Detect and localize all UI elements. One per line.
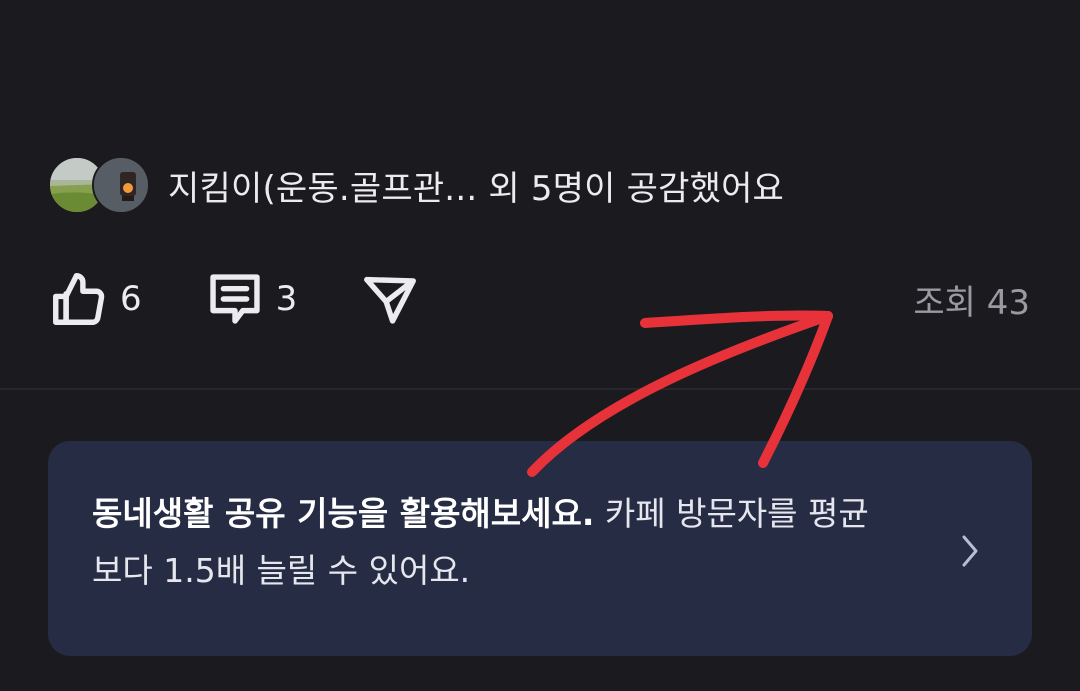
liker-avatars[interactable] [48, 154, 154, 216]
comment-count: 3 [275, 279, 298, 319]
view-count: 조회 43 [913, 282, 1030, 323]
section-divider [0, 388, 1080, 390]
likers-row[interactable]: 지킴이(운동.골프관... 외 5명이 공감했어요 [48, 154, 784, 216]
share-button[interactable] [359, 268, 421, 330]
avatar [92, 156, 150, 214]
lantern-photo-icon [94, 158, 148, 212]
promo-text: 동네생활 공유 기능을 활용해보세요. 카페 방문자를 평균보다 1.5배 늘릴… [92, 485, 882, 599]
comment-button[interactable]: 3 [204, 268, 298, 330]
promo-headline: 동네생활 공유 기능을 활용해보세요. [92, 494, 595, 533]
likers-summary[interactable]: 지킴이(운동.골프관... 외 5명이 공감했어요 [168, 161, 784, 210]
action-bar: 6 3 조회 43 [48, 266, 1030, 332]
chevron-right-icon [954, 529, 984, 577]
share-feature-promo-card[interactable]: 동네생활 공유 기능을 활용해보세요. 카페 방문자를 평균보다 1.5배 늘릴… [48, 441, 1032, 656]
comment-icon [204, 268, 266, 330]
paper-plane-icon [359, 268, 421, 330]
like-button[interactable]: 6 [48, 268, 142, 330]
thumbs-up-icon [48, 268, 110, 330]
like-count: 6 [120, 279, 142, 319]
